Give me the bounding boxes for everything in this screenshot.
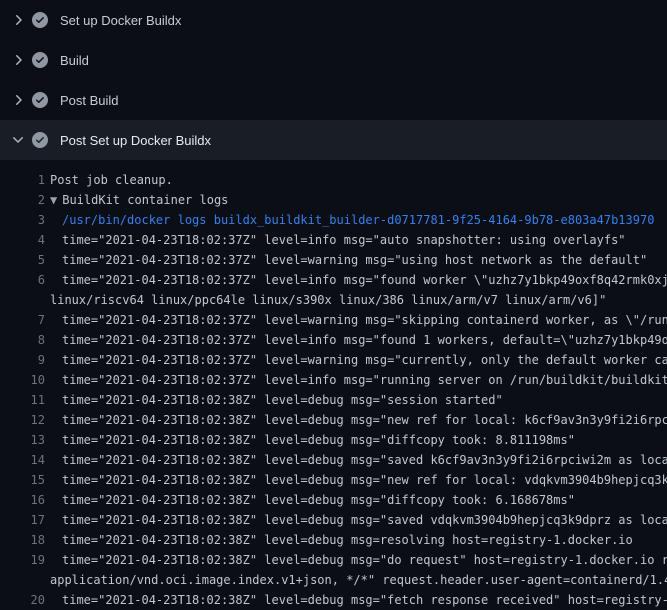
line-number bbox=[0, 570, 45, 590]
log-text: time="2021-04-23T18:02:37Z" level=warnin… bbox=[45, 310, 667, 330]
line-number[interactable]: 3 bbox=[0, 210, 45, 230]
group-title: BuildKit container logs bbox=[62, 193, 228, 207]
log-line: 14 time="2021-04-23T18:02:38Z" level=deb… bbox=[0, 450, 667, 470]
log-line: 20 time="2021-04-23T18:02:38Z" level=deb… bbox=[0, 590, 667, 610]
log-text: time="2021-04-23T18:02:38Z" level=debug … bbox=[45, 490, 575, 510]
log-text: time="2021-04-23T18:02:38Z" level=debug … bbox=[45, 450, 667, 470]
step-label: Build bbox=[60, 53, 89, 68]
line-number[interactable]: 12 bbox=[0, 410, 45, 430]
log-line: 11 time="2021-04-23T18:02:38Z" level=deb… bbox=[0, 390, 667, 410]
check-circle-icon bbox=[32, 92, 48, 108]
log-text: time="2021-04-23T18:02:38Z" level=debug … bbox=[45, 470, 667, 490]
chevron-right-icon bbox=[10, 52, 26, 68]
step-label: Post Set up Docker Buildx bbox=[60, 133, 211, 148]
step-label: Post Build bbox=[60, 93, 119, 108]
log-text: time="2021-04-23T18:02:38Z" level=debug … bbox=[45, 430, 575, 450]
log-group-header[interactable]: 2 ▼ BuildKit container logs bbox=[0, 190, 667, 210]
log-line: 9 time="2021-04-23T18:02:37Z" level=warn… bbox=[0, 350, 667, 370]
chevron-right-icon bbox=[10, 92, 26, 108]
line-number[interactable]: 7 bbox=[0, 310, 45, 330]
chevron-down-icon bbox=[10, 132, 26, 148]
log-text: time="2021-04-23T18:02:38Z" level=debug … bbox=[45, 530, 633, 550]
log-line: 15 time="2021-04-23T18:02:38Z" level=deb… bbox=[0, 470, 667, 490]
log-text: time="2021-04-23T18:02:38Z" level=debug … bbox=[45, 510, 667, 530]
log-viewer: 1 Post job cleanup. 2 ▼ BuildKit containe… bbox=[0, 160, 667, 610]
log-line: 5 time="2021-04-23T18:02:37Z" level=warn… bbox=[0, 250, 667, 270]
line-number[interactable]: 14 bbox=[0, 450, 45, 470]
log-text: time="2021-04-23T18:02:37Z" level=info m… bbox=[45, 270, 667, 290]
line-number[interactable]: 9 bbox=[0, 350, 45, 370]
check-circle-icon bbox=[32, 132, 48, 148]
triangle-down-icon[interactable]: ▼ bbox=[50, 193, 57, 207]
log-line: 10 time="2021-04-23T18:02:37Z" level=inf… bbox=[0, 370, 667, 390]
check-circle-icon bbox=[32, 12, 48, 28]
log-line: 4 time="2021-04-23T18:02:37Z" level=info… bbox=[0, 230, 667, 250]
line-number[interactable]: 19 bbox=[0, 550, 45, 570]
line-number[interactable]: 1 bbox=[0, 170, 45, 190]
line-number[interactable]: 4 bbox=[0, 230, 45, 250]
line-number[interactable]: 15 bbox=[0, 470, 45, 490]
log-text: linux/riscv64 linux/ppc64le linux/s390x … bbox=[45, 290, 606, 310]
log-text: Post job cleanup. bbox=[45, 170, 173, 190]
line-number[interactable]: 2 bbox=[0, 190, 45, 210]
log-text: time="2021-04-23T18:02:38Z" level=debug … bbox=[45, 550, 667, 570]
log-text: application/vnd.oci.image.index.v1+json,… bbox=[45, 570, 667, 590]
log-line: 18 time="2021-04-23T18:02:38Z" level=deb… bbox=[0, 530, 667, 550]
log-line: 16 time="2021-04-23T18:02:38Z" level=deb… bbox=[0, 490, 667, 510]
log-text: time="2021-04-23T18:02:37Z" level=info m… bbox=[45, 330, 667, 350]
step-row-post-set-up-docker-buildx[interactable]: Post Set up Docker Buildx bbox=[0, 120, 667, 160]
line-number[interactable]: 13 bbox=[0, 430, 45, 450]
log-line-command: 3 /usr/bin/docker logs buildx_buildkit_b… bbox=[0, 210, 667, 230]
log-line: 19 time="2021-04-23T18:02:38Z" level=deb… bbox=[0, 550, 667, 570]
log-line: 1 Post job cleanup. bbox=[0, 170, 667, 190]
chevron-right-icon bbox=[10, 12, 26, 28]
step-label: Set up Docker Buildx bbox=[60, 13, 181, 28]
log-line: 8 time="2021-04-23T18:02:37Z" level=info… bbox=[0, 330, 667, 350]
step-row-set-up-docker-buildx[interactable]: Set up Docker Buildx bbox=[0, 0, 667, 40]
log-text: time="2021-04-23T18:02:38Z" level=debug … bbox=[45, 390, 503, 410]
line-number[interactable]: 17 bbox=[0, 510, 45, 530]
log-text: time="2021-04-23T18:02:37Z" level=warnin… bbox=[45, 350, 667, 370]
command-text: /usr/bin/docker logs buildx_buildkit_bui… bbox=[45, 210, 654, 230]
log-line: 13 time="2021-04-23T18:02:38Z" level=deb… bbox=[0, 430, 667, 450]
line-number[interactable]: 18 bbox=[0, 530, 45, 550]
log-line: 7 time="2021-04-23T18:02:37Z" level=warn… bbox=[0, 310, 667, 330]
log-line: 6 time="2021-04-23T18:02:37Z" level=info… bbox=[0, 270, 667, 290]
check-circle-icon bbox=[32, 52, 48, 68]
log-text: time="2021-04-23T18:02:37Z" level=warnin… bbox=[45, 250, 647, 270]
log-line: 12 time="2021-04-23T18:02:38Z" level=deb… bbox=[0, 410, 667, 430]
line-number[interactable]: 11 bbox=[0, 390, 45, 410]
step-row-build[interactable]: Build bbox=[0, 40, 667, 80]
line-number bbox=[0, 290, 45, 310]
line-number[interactable]: 8 bbox=[0, 330, 45, 350]
log-line: 17 time="2021-04-23T18:02:38Z" level=deb… bbox=[0, 510, 667, 530]
log-text: time="2021-04-23T18:02:38Z" level=debug … bbox=[45, 590, 667, 610]
steps-list: Set up Docker Buildx Build Post Build Po… bbox=[0, 0, 667, 160]
log-line-continuation: application/vnd.oci.image.index.v1+json,… bbox=[0, 570, 667, 590]
log-text: time="2021-04-23T18:02:37Z" level=info m… bbox=[45, 230, 626, 250]
log-text: time="2021-04-23T18:02:37Z" level=info m… bbox=[45, 370, 667, 390]
log-text: time="2021-04-23T18:02:38Z" level=debug … bbox=[45, 410, 667, 430]
line-number[interactable]: 20 bbox=[0, 590, 45, 610]
line-number[interactable]: 16 bbox=[0, 490, 45, 510]
step-row-post-build[interactable]: Post Build bbox=[0, 80, 667, 120]
log-line-continuation: linux/riscv64 linux/ppc64le linux/s390x … bbox=[0, 290, 667, 310]
line-number[interactable]: 6 bbox=[0, 270, 45, 290]
line-number[interactable]: 10 bbox=[0, 370, 45, 390]
line-number[interactable]: 5 bbox=[0, 250, 45, 270]
